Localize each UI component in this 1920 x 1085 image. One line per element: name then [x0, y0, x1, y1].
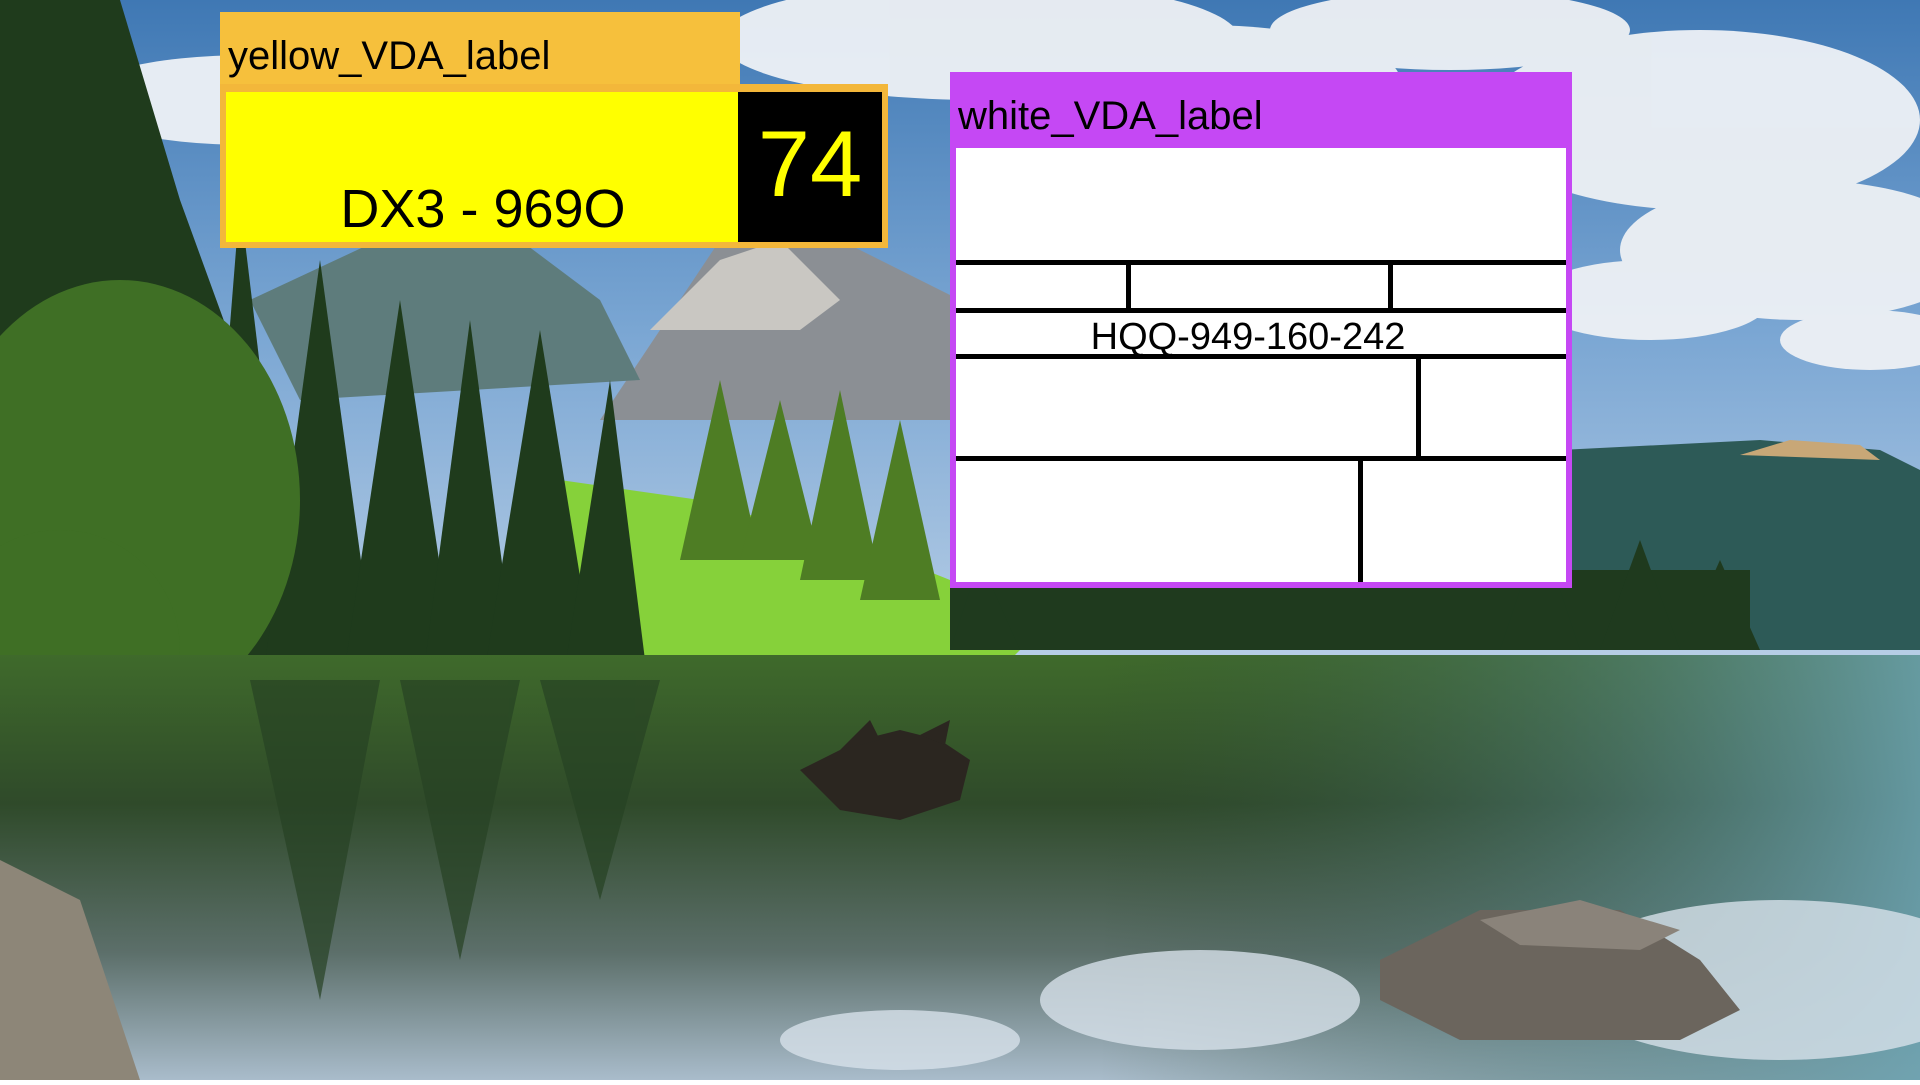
white-label-divider [1388, 260, 1393, 310]
white-vda-label: white_VDA_label HQQ-949-160-242 [950, 72, 1572, 588]
yellow-label-plate-text: DX3 - 969O [340, 179, 626, 239]
white-label-divider [1358, 456, 1363, 582]
white-label-divider [1416, 354, 1421, 460]
white-label-title: white_VDA_label [958, 94, 1263, 138]
white-label-divider [956, 308, 1566, 313]
white-label-code: HQQ-949-160-242 [1090, 316, 1406, 358]
yellow-label-title: yellow_VDA_label [228, 34, 551, 78]
white-label-divider [956, 456, 1566, 461]
yellow-label-number: 74 [757, 111, 863, 216]
white-label-divider [1126, 260, 1131, 310]
white-label-panel: HQQ-949-160-242 [956, 148, 1566, 582]
yellow-label-plate: DX3 - 969O [226, 92, 740, 242]
yellow-label-number-box: 74 [738, 92, 882, 242]
white-label-divider [956, 260, 1566, 265]
yellow-label-title-bar: yellow_VDA_label [220, 12, 740, 86]
yellow-vda-label: yellow_VDA_label DX3 - 969O 74 [220, 12, 888, 248]
